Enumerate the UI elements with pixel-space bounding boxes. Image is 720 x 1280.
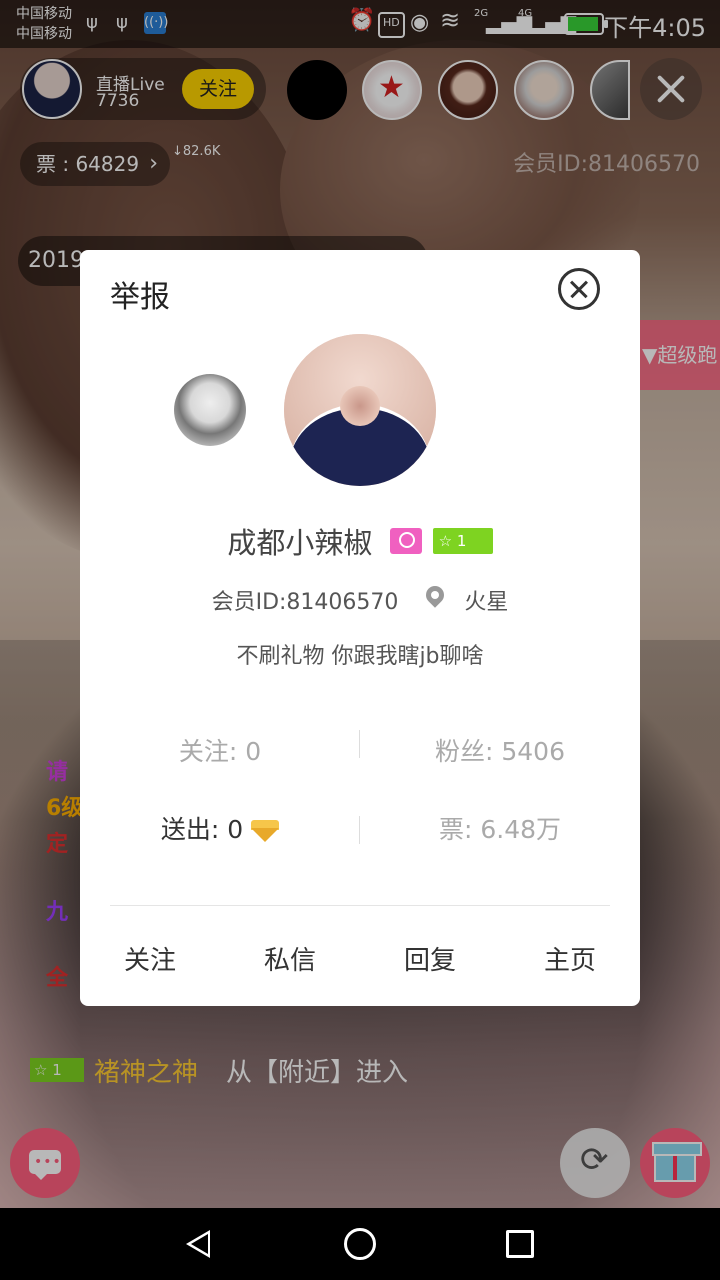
small-avatar[interactable] xyxy=(174,374,246,446)
fans-stat[interactable]: 粉丝: 5406 xyxy=(360,732,640,768)
navigation-bar xyxy=(0,1208,720,1280)
message-button[interactable]: 私信 xyxy=(220,940,360,977)
recents-icon[interactable] xyxy=(506,1230,534,1258)
female-icon xyxy=(389,528,422,554)
member-info-row: 会员ID:81406570 火星 xyxy=(80,584,640,616)
report-link[interactable]: 举报 xyxy=(110,272,170,316)
level-badge: ☆ 1 xyxy=(432,528,493,554)
location-pin-icon xyxy=(425,586,445,612)
user-name-row: 成都小辣椒 ☆ 1 xyxy=(80,520,640,566)
tickets-stat[interactable]: 票: 6.48万 xyxy=(360,810,640,846)
location: 火星 xyxy=(464,590,509,615)
divider xyxy=(110,905,610,906)
home-icon[interactable] xyxy=(344,1228,376,1260)
user-bio: 不刷礼物 你跟我瞎jb聊啥 xyxy=(236,644,484,669)
back-icon[interactable] xyxy=(186,1230,210,1258)
avatar[interactable] xyxy=(284,334,436,486)
profile-card: 举报 成都小辣椒 ☆ 1 会员ID:81406570 火星 不刷礼物 你跟我瞎j… xyxy=(80,250,640,1006)
reply-button[interactable]: 回复 xyxy=(360,940,500,977)
member-id: 会员ID:81406570 xyxy=(211,590,399,615)
close-icon[interactable] xyxy=(558,268,600,310)
following-stat[interactable]: 关注: 0 xyxy=(80,732,360,768)
homepage-button[interactable]: 主页 xyxy=(500,940,640,977)
user-name: 成都小辣椒 xyxy=(227,526,373,560)
diamond-icon xyxy=(251,820,280,842)
follow-button[interactable]: 关注 xyxy=(80,940,220,977)
sent-stat[interactable]: 送出: 0 xyxy=(80,810,360,846)
